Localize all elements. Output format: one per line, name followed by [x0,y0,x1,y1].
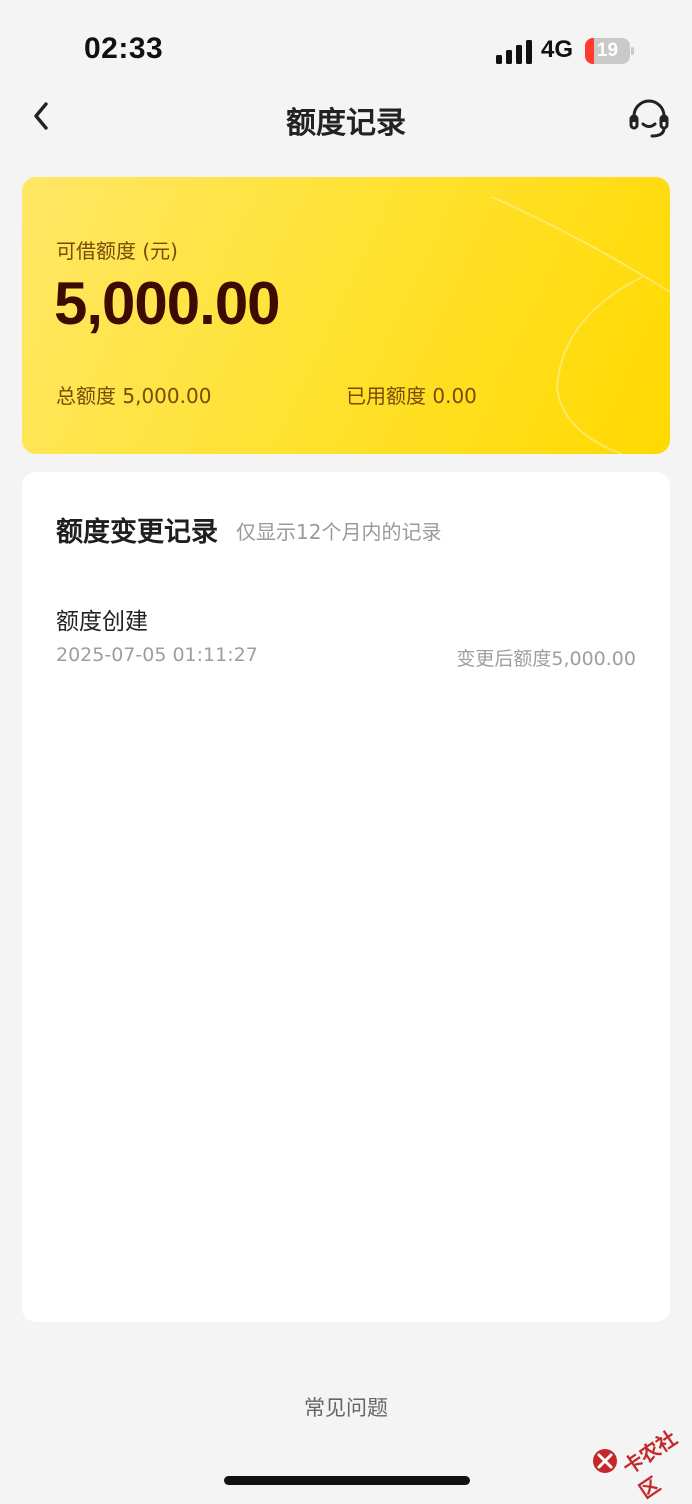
battery-level: 19 [596,40,619,61]
limit-change-records: 额度变更记录 仅显示12个月内的记录 额度创建 2025-07-05 01:11… [22,472,670,1322]
watermark-logo: 卡农社区 [586,1406,690,1503]
home-indicator[interactable] [224,1476,470,1485]
available-limit-label: 可借额度 (元) [56,239,178,263]
used-limit: 已用额度 0.00 [346,384,477,408]
total-limit: 总额度 5,000.00 [56,384,212,408]
records-title: 额度变更记录 [56,517,218,548]
network-type: 4G [541,36,574,63]
signal-strength-icon [496,40,532,64]
navigation-bar: 额度记录 [0,86,692,150]
record-limit-after: 变更后额度5,000.00 [456,648,636,670]
records-hint: 仅显示12个月内的记录 [236,520,442,544]
record-type: 额度创建 [56,609,148,635]
watermark-text: 卡农社区 [618,1425,682,1504]
watermark-icon [593,1449,617,1473]
record-time: 2025-07-05 01:11:27 [56,644,258,666]
status-bar: 02:33 4G 19 [0,0,692,100]
status-time: 02:33 [84,32,164,65]
available-limit-amount: 5,000.00 [54,270,281,337]
battery-icon: 19 [585,38,635,64]
headset-icon[interactable] [624,94,674,144]
credit-limit-card: 可借额度 (元) 5,000.00 总额度 5,000.00 已用额度 0.00 [22,177,670,454]
page-title: 额度记录 [286,106,406,141]
list-item[interactable]: 额度创建 2025-07-05 01:11:27 变更后额度5,000.00 [56,602,636,672]
